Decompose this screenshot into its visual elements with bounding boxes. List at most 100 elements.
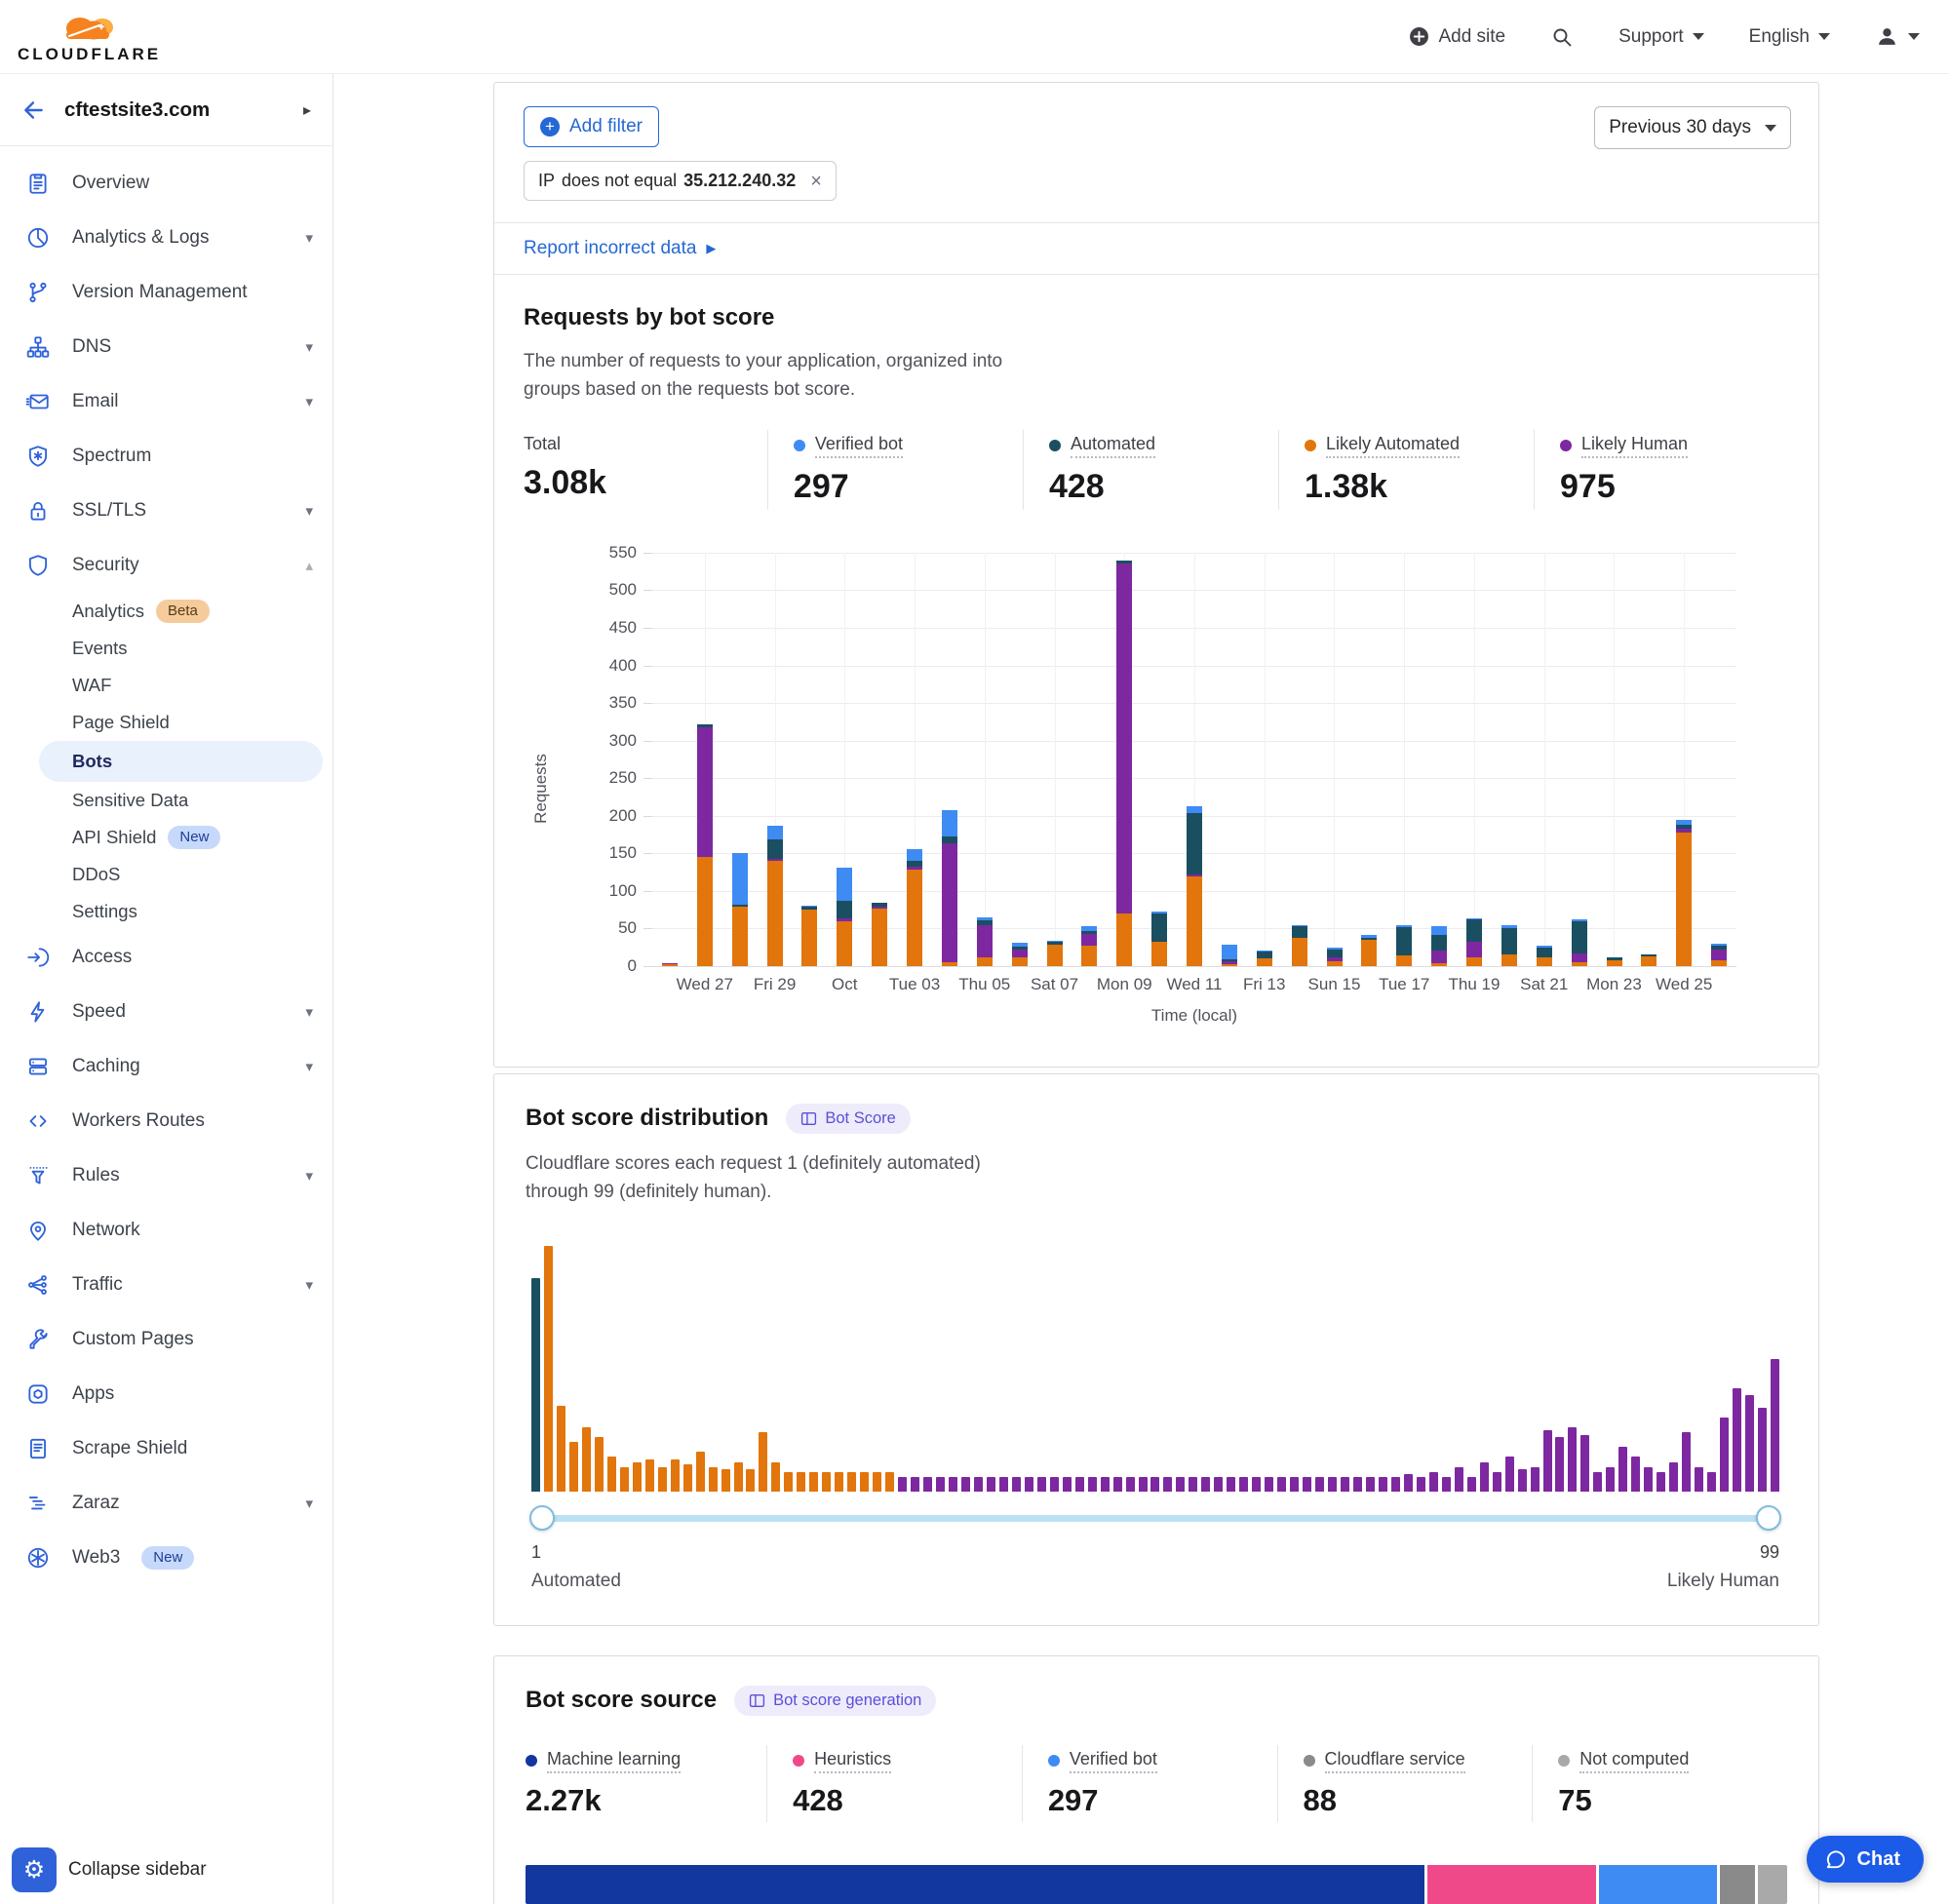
- histogram-bar: [1012, 1477, 1021, 1492]
- bar-column: [1492, 553, 1527, 966]
- sidebar-subitem-waf[interactable]: WAF: [0, 667, 332, 704]
- likely-automated-segment: [1501, 954, 1517, 966]
- custom-pages-icon: [25, 1327, 51, 1352]
- slider-handle-right[interactable]: [1756, 1505, 1781, 1531]
- score-slider[interactable]: [531, 1505, 1779, 1531]
- report-incorrect-data-link[interactable]: Report incorrect data: [524, 238, 696, 259]
- version-icon: [25, 280, 51, 305]
- sidebar-item-speed[interactable]: Speed▾: [0, 985, 332, 1039]
- verified-bot-segment: [1187, 806, 1202, 813]
- sidebar-item-scrape-shield[interactable]: Scrape Shield: [0, 1421, 332, 1476]
- sidebar-item-security[interactable]: Security▴: [0, 538, 332, 593]
- date-range-select[interactable]: Previous 30 days: [1594, 106, 1791, 149]
- stacked-bar: [1257, 951, 1272, 965]
- likely-human-segment: [1012, 950, 1028, 957]
- language-menu[interactable]: English: [1749, 26, 1830, 48]
- stat-label-text: Likely Human: [1581, 434, 1688, 458]
- requests-plot: 050100150200250300350400450500550: [652, 553, 1736, 966]
- sidebar-subitem-settings[interactable]: Settings: [0, 893, 332, 930]
- sidebar-item-caching[interactable]: Caching▾: [0, 1039, 332, 1094]
- bar-column: [1037, 553, 1072, 966]
- bot-score-generation-badge[interactable]: Bot score generation: [734, 1686, 936, 1716]
- slider-end-labels: 1 99: [531, 1542, 1779, 1563]
- bar-column: [827, 553, 862, 966]
- requests-section: Requests by bot score The number of requ…: [494, 274, 1818, 1067]
- stat-value: 297: [1048, 1783, 1277, 1818]
- sidebar-item-workers-routes[interactable]: Workers Routes: [0, 1094, 332, 1148]
- cloudflare-logo[interactable]: CLOUDFLARE: [18, 10, 161, 64]
- search-button[interactable]: [1550, 25, 1574, 49]
- sidebar-subitem-sensitive-data[interactable]: Sensitive Data: [0, 782, 332, 819]
- sidebar-item-custom-pages[interactable]: Custom Pages: [0, 1312, 332, 1367]
- sidebar-subitem-api-shield[interactable]: API ShieldNew: [0, 819, 332, 856]
- verified-bot-segment: [767, 826, 783, 840]
- stacked-bar: [767, 826, 783, 966]
- sidebar-subitem-ddos[interactable]: DDoS: [0, 856, 332, 893]
- stat-label-text: Cloudflare service: [1325, 1749, 1465, 1773]
- legend-dot: [794, 440, 805, 451]
- verified-bot-segment: [1222, 945, 1237, 959]
- sidebar-item-traffic[interactable]: Traffic▾: [0, 1258, 332, 1312]
- filter-chip[interactable]: IP does not equal 35.212.240.32 ×: [524, 161, 837, 201]
- sidebar-item-network[interactable]: Network: [0, 1203, 332, 1258]
- likely-automated-segment: [1641, 956, 1657, 966]
- sidebar-item-zaraz[interactable]: Zaraz▾: [0, 1476, 332, 1531]
- histogram-bar: [1733, 1388, 1741, 1492]
- sidebar-item-email[interactable]: Email▾: [0, 374, 332, 429]
- sidebar-item-overview[interactable]: Overview: [0, 156, 332, 211]
- remove-filter-icon[interactable]: ×: [810, 172, 822, 191]
- card-title: Bot score source: [526, 1687, 717, 1714]
- likely-human-segment: [1711, 950, 1727, 960]
- x-tick-label: Wed 25: [1656, 975, 1712, 994]
- verified-bot-segment: [1431, 926, 1447, 935]
- histogram-bar: [734, 1462, 743, 1492]
- sidebar-item-web3[interactable]: Web3New: [0, 1531, 332, 1585]
- histogram-bar: [1303, 1477, 1311, 1492]
- histogram-bar: [1631, 1457, 1640, 1491]
- automated-segment: [1187, 813, 1202, 874]
- bot-score-badge[interactable]: Bot Score: [786, 1104, 910, 1134]
- support-menu[interactable]: Support: [1618, 26, 1704, 48]
- source-segment-machine-learning: [526, 1865, 1424, 1904]
- sidebar-subitem-analytics[interactable]: AnalyticsBeta: [0, 593, 332, 630]
- x-tick-label: Wed 11: [1166, 975, 1222, 994]
- sidebar-item-label: Web3: [72, 1547, 120, 1569]
- sidebar-item-spectrum[interactable]: Spectrum: [0, 429, 332, 484]
- sidebar-subitem-events[interactable]: Events: [0, 630, 332, 667]
- sidebar-item-ssl-tls[interactable]: SSL/TLS▾: [0, 484, 332, 538]
- chevron-down-icon: ▾: [305, 1058, 313, 1075]
- spectrum-icon: [25, 444, 51, 469]
- sidebar-subitem-page-shield[interactable]: Page Shield: [0, 704, 332, 741]
- sidebar-item-label: Zaraz: [72, 1493, 120, 1514]
- x-tick-label: Sat 21: [1520, 975, 1568, 994]
- histogram-bar: [949, 1477, 957, 1492]
- sidebar-subitem-label: Page Shield: [72, 712, 170, 733]
- stacked-bar: [1361, 935, 1377, 966]
- add-filter-button[interactable]: + Add filter: [524, 106, 659, 147]
- gear-icon[interactable]: ⚙: [12, 1847, 57, 1892]
- sidebar-item-version-management[interactable]: Version Management: [0, 265, 332, 320]
- add-site-button[interactable]: Add site: [1409, 26, 1505, 48]
- slider-track[interactable]: [531, 1515, 1779, 1522]
- sidebar-item-access[interactable]: Access: [0, 930, 332, 985]
- chat-button[interactable]: Chat: [1807, 1836, 1924, 1883]
- slider-handle-left[interactable]: [529, 1505, 555, 1531]
- account-menu[interactable]: [1875, 24, 1920, 49]
- sidebar-item-dns[interactable]: DNS▾: [0, 320, 332, 374]
- collapse-sidebar-button[interactable]: ⚙ Collapse sidebar: [12, 1847, 207, 1892]
- sidebar-item-analytics-logs[interactable]: Analytics & Logs▾: [0, 211, 332, 265]
- bar-column: [897, 553, 932, 966]
- histogram-bar: [1379, 1477, 1387, 1492]
- automated-segment: [1501, 928, 1517, 954]
- stat-likely-automated: Likely Automated1.38k: [1278, 430, 1534, 510]
- histogram-bar: [1669, 1462, 1678, 1492]
- sidebar-subitem-bots[interactable]: Bots: [39, 741, 323, 782]
- back-button[interactable]: [21, 97, 47, 123]
- sidebar-item-rules[interactable]: Rules▾: [0, 1148, 332, 1203]
- bar-column: [1317, 553, 1352, 966]
- chevron-right-icon[interactable]: ▸: [303, 100, 311, 120]
- sidebar-item-label: Traffic: [72, 1274, 123, 1296]
- distribution-histogram: [531, 1242, 1779, 1492]
- sidebar-item-apps[interactable]: Apps: [0, 1367, 332, 1421]
- bar-column: [932, 553, 967, 966]
